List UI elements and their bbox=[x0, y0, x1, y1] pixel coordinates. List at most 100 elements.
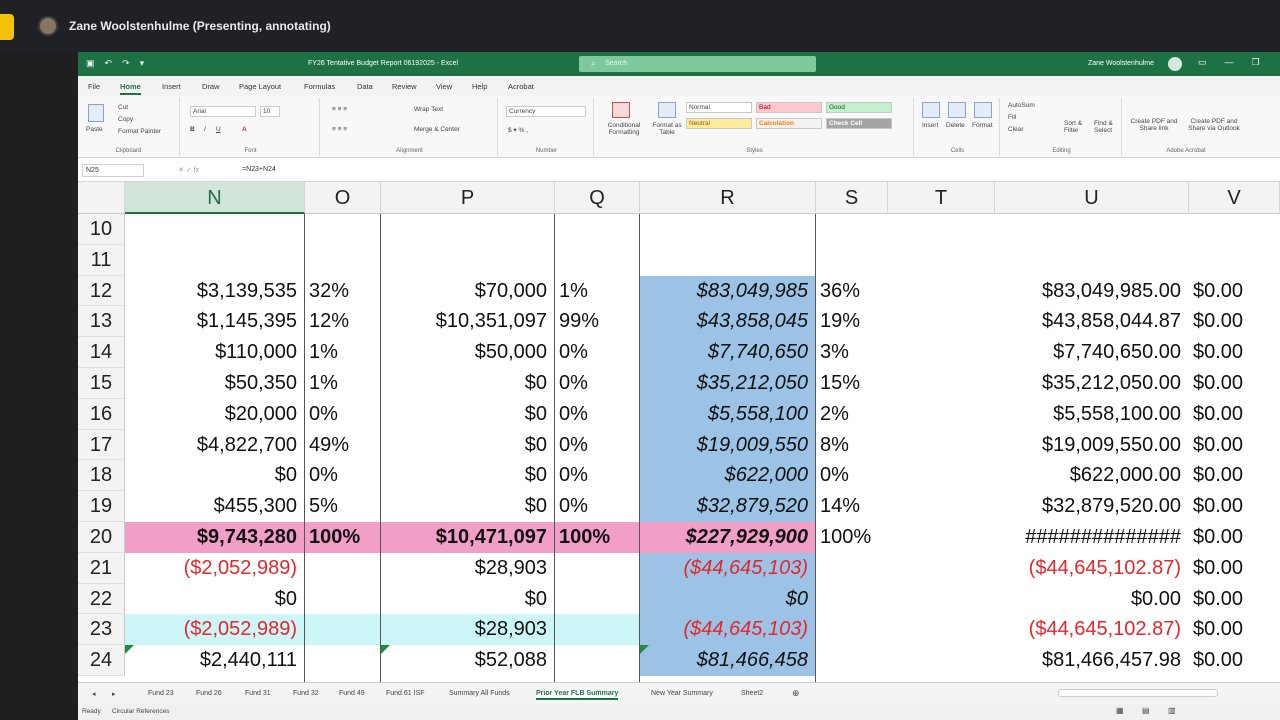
cell-V23[interactable]: $0.00 bbox=[1189, 614, 1280, 645]
status-circular-references[interactable]: Circular References bbox=[112, 708, 169, 715]
tab-formulas[interactable]: Formulas bbox=[304, 82, 335, 91]
formula-input[interactable]: =N23+N24 bbox=[242, 166, 276, 173]
save-icon[interactable]: ▣ bbox=[86, 58, 95, 69]
cell-O20[interactable]: 100% bbox=[305, 522, 381, 553]
cell-V12[interactable]: $0.00 bbox=[1189, 276, 1280, 307]
row-header-18[interactable]: 18 bbox=[78, 460, 125, 492]
format-as-table-button[interactable]: Format as Table bbox=[650, 122, 684, 136]
column-header-T[interactable]: T bbox=[888, 182, 995, 214]
scroll-right-icon[interactable]: ▸ bbox=[112, 690, 116, 698]
row-header-16[interactable]: 16 bbox=[78, 398, 125, 430]
cell-U16[interactable]: $5,558,100.00 bbox=[995, 399, 1189, 430]
cell-P16[interactable]: $0 bbox=[381, 399, 555, 430]
row-header-19[interactable]: 19 bbox=[78, 491, 125, 522]
cell-O24[interactable] bbox=[305, 645, 381, 676]
insert-button[interactable]: Insert bbox=[922, 122, 938, 129]
tab-help[interactable]: Help bbox=[472, 82, 487, 91]
page-break-view-icon[interactable]: ▥ bbox=[1168, 706, 1176, 715]
row-header-24[interactable]: 24 bbox=[78, 645, 125, 676]
row-header-14[interactable]: 14 bbox=[78, 337, 125, 368]
cell-N16[interactable]: $20,000 bbox=[125, 399, 305, 430]
cell-T22[interactable] bbox=[888, 584, 995, 615]
tab-draw[interactable]: Draw bbox=[202, 82, 220, 91]
column-header-O[interactable]: O bbox=[305, 182, 381, 214]
cell-O16[interactable]: 0% bbox=[305, 399, 381, 430]
customize-icon[interactable]: ▾ bbox=[140, 58, 145, 69]
cell-N10[interactable] bbox=[125, 214, 305, 245]
delete-cells-icon[interactable] bbox=[948, 102, 966, 118]
cell-S16[interactable]: 2% bbox=[816, 399, 888, 430]
cell-T15[interactable] bbox=[888, 368, 995, 399]
row-header-12[interactable]: 12 bbox=[78, 275, 125, 307]
cell-T20[interactable] bbox=[888, 522, 995, 553]
create-pdf-outlook-button[interactable]: Create PDF and Share via Outlook bbox=[1184, 118, 1244, 132]
cell-V22[interactable]: $0.00 bbox=[1189, 584, 1280, 615]
minimize-icon[interactable]: — bbox=[1225, 57, 1234, 68]
cut-button[interactable]: Cut bbox=[118, 104, 128, 111]
cell-Q18[interactable]: 0% bbox=[555, 460, 640, 491]
page-layout-view-icon[interactable]: ▤ bbox=[1142, 706, 1150, 715]
cell-O14[interactable]: 1% bbox=[305, 337, 381, 368]
cell-T13[interactable] bbox=[888, 306, 995, 337]
tab-home[interactable]: Home bbox=[120, 82, 141, 95]
cell-R10[interactable] bbox=[640, 214, 816, 245]
cell-R21[interactable]: ($44,645,103) bbox=[640, 552, 816, 584]
cell-S24[interactable] bbox=[816, 645, 888, 676]
style-good[interactable]: Good bbox=[826, 102, 892, 113]
cell-T23[interactable] bbox=[888, 614, 995, 645]
cell-T10[interactable] bbox=[888, 214, 995, 245]
fx-icon[interactable]: ✕ ✓ fx bbox=[178, 166, 199, 174]
cell-S22[interactable] bbox=[816, 584, 888, 615]
style-bad[interactable]: Bad bbox=[756, 102, 822, 113]
cell-Q24[interactable] bbox=[555, 645, 640, 676]
cell-S17[interactable]: 8% bbox=[816, 430, 888, 461]
cell-V18[interactable]: $0.00 bbox=[1189, 460, 1280, 491]
sheet-tab-prior-year-flb-summary[interactable]: Prior Year FLB Summary bbox=[536, 690, 619, 700]
sheet-tab-fund-32[interactable]: Fund 32 bbox=[293, 690, 319, 697]
normal-view-icon[interactable]: ▦ bbox=[1116, 706, 1124, 715]
cell-P19[interactable]: $0 bbox=[381, 491, 555, 522]
format-cells-icon[interactable] bbox=[974, 102, 992, 118]
cell-P14[interactable]: $50,000 bbox=[381, 337, 555, 368]
cell-S13[interactable]: 19% bbox=[816, 306, 888, 337]
tab-view[interactable]: View bbox=[436, 82, 452, 91]
cell-Q15[interactable]: 0% bbox=[555, 368, 640, 399]
cell-R11[interactable] bbox=[640, 245, 816, 276]
cell-V17[interactable]: $0.00 bbox=[1189, 430, 1280, 461]
cell-T16[interactable] bbox=[888, 399, 995, 430]
cell-S10[interactable] bbox=[816, 214, 888, 245]
redo-icon[interactable]: ↷ bbox=[122, 58, 130, 69]
cell-Q16[interactable]: 0% bbox=[555, 399, 640, 430]
cell-R13[interactable]: $43,858,045 bbox=[640, 306, 816, 338]
cell-Q11[interactable] bbox=[555, 245, 640, 276]
cell-U12[interactable]: $83,049,985.00 bbox=[995, 276, 1189, 307]
cell-N15[interactable]: $50,350 bbox=[125, 368, 305, 399]
tab-insert[interactable]: Insert bbox=[162, 82, 181, 91]
row-header-13[interactable]: 13 bbox=[78, 306, 125, 338]
cell-O23[interactable] bbox=[305, 614, 381, 646]
cell-R12[interactable]: $83,049,985 bbox=[640, 275, 816, 307]
cell-U10[interactable] bbox=[995, 214, 1189, 245]
cell-U20[interactable]: ############## bbox=[995, 522, 1189, 553]
cell-V19[interactable]: $0.00 bbox=[1189, 491, 1280, 522]
cell-O19[interactable]: 5% bbox=[305, 491, 381, 522]
row-header-22[interactable]: 22 bbox=[78, 583, 125, 615]
cell-S11[interactable] bbox=[816, 245, 888, 276]
insert-cells-icon[interactable] bbox=[922, 102, 940, 118]
style-normal[interactable]: Normal bbox=[686, 102, 752, 113]
align-icons[interactable]: ≡ ≡ ≡ bbox=[332, 106, 347, 113]
column-header-N[interactable]: N bbox=[125, 182, 305, 214]
cell-S18[interactable]: 0% bbox=[816, 460, 888, 491]
cell-O21[interactable] bbox=[305, 553, 381, 584]
cell-P24[interactable]: $52,088 bbox=[381, 645, 555, 676]
cell-R23[interactable]: ($44,645,103) bbox=[640, 614, 816, 646]
cell-N20[interactable]: $9,743,280 bbox=[125, 522, 305, 553]
column-header-V[interactable]: V bbox=[1189, 182, 1280, 214]
cell-P23[interactable]: $28,903 bbox=[381, 614, 555, 646]
cell-V24[interactable]: $0.00 bbox=[1189, 645, 1280, 676]
cell-N23[interactable]: ($2,052,989) bbox=[125, 614, 305, 646]
cell-T12[interactable] bbox=[888, 276, 995, 307]
cell-R18[interactable]: $622,000 bbox=[640, 460, 816, 492]
cell-Q13[interactable]: 99% bbox=[555, 306, 640, 337]
sheet-tab-fund-23[interactable]: Fund 23 bbox=[148, 690, 174, 697]
